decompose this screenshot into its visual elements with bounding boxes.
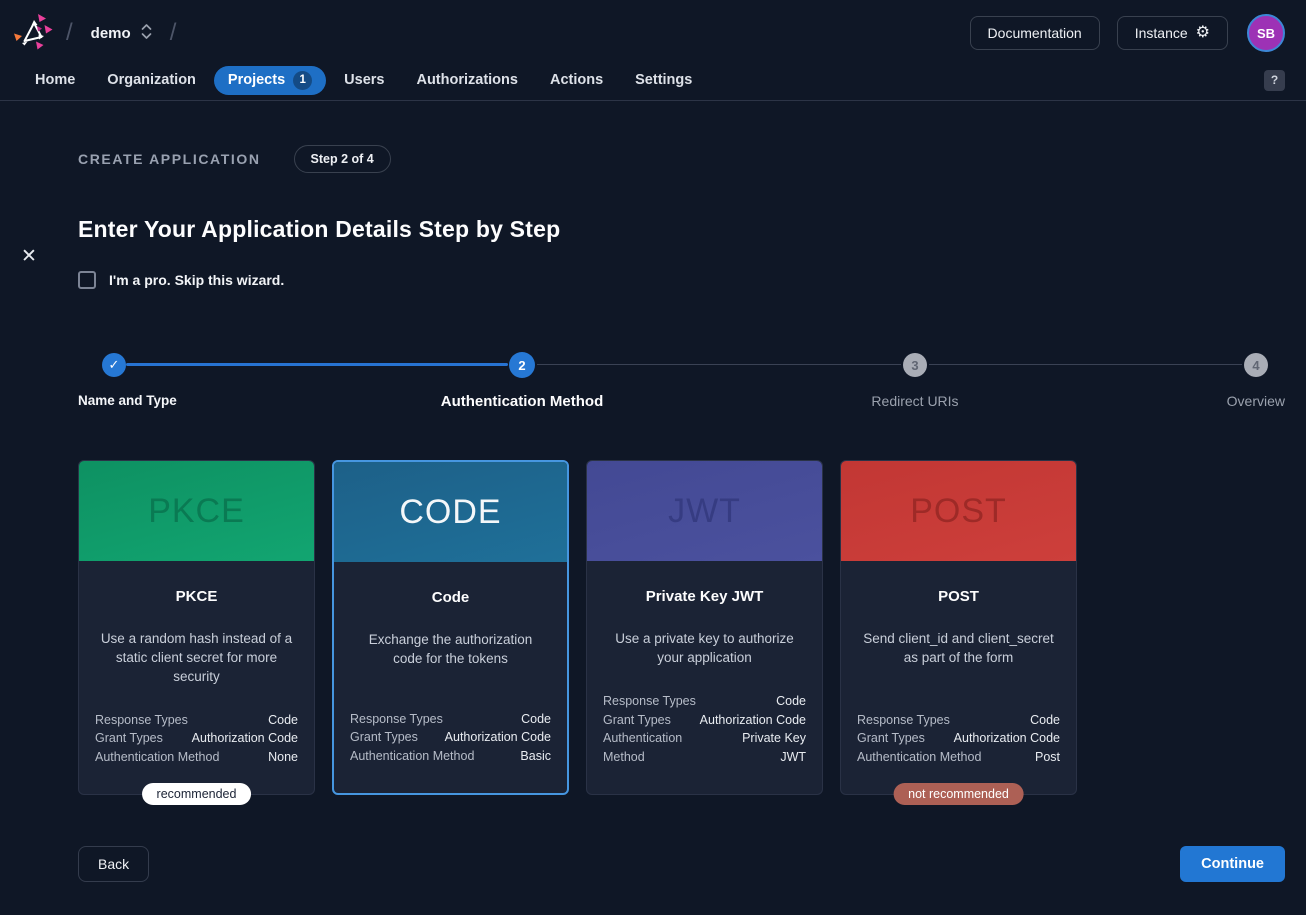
card-description: Exchange the authorization code for the …: [350, 631, 551, 669]
detail-row: Authentication Method Private Key JWT: [603, 729, 806, 766]
wizard-stepper: ✓ 2 3 4 Name and Type Authentication Met…: [78, 353, 1285, 411]
wizard-footer: Back Continue: [78, 846, 1285, 882]
step-1-circle[interactable]: ✓: [102, 353, 126, 377]
card-title: POST: [857, 588, 1060, 605]
card-body: Private Key JWT Use a private key to aut…: [587, 561, 822, 794]
stepper-line-done: [126, 363, 508, 366]
instance-button[interactable]: Instance ⚙: [1117, 16, 1228, 50]
skip-wizard-row: I'm a pro. Skip this wizard.: [78, 271, 1285, 289]
nav-item-home[interactable]: Home: [21, 67, 89, 93]
stepper-line-todo: [929, 364, 1242, 365]
pkce-banner: PKCE: [79, 461, 314, 561]
post-banner: POST: [841, 461, 1076, 561]
gear-icon: ⚙: [1196, 25, 1210, 41]
main-nav: Home Organization Projects 1 Users Autho…: [0, 66, 1306, 101]
help-button[interactable]: ?: [1264, 70, 1285, 91]
step-1-label: Name and Type: [78, 393, 177, 408]
detail-row: Response Types Code: [603, 692, 806, 711]
top-header: / demo / Documentation Instance ⚙ SB: [0, 0, 1306, 66]
wizard-header: CREATE APPLICATION Step 2 of 4: [78, 145, 1285, 173]
detail-row: Authentication Method Post: [857, 748, 1060, 767]
instance-label: Instance: [1135, 25, 1188, 41]
card-title: PKCE: [95, 588, 298, 605]
detail-row: Response Types Code: [857, 711, 1060, 730]
step-3-label: Redirect URIs: [871, 393, 958, 409]
unfold-icon: [141, 23, 152, 44]
org-selector[interactable]: demo: [83, 17, 160, 50]
projects-count-badge: 1: [293, 71, 312, 90]
auth-method-card-code[interactable]: CODE Code Exchange the authorization cod…: [332, 460, 569, 795]
back-button[interactable]: Back: [78, 846, 149, 882]
nav-item-settings[interactable]: Settings: [621, 67, 706, 93]
card-description: Use a private key to authorize your appl…: [603, 630, 806, 668]
detail-row: Grant Types Authorization Code: [350, 728, 551, 747]
card-description: Send client_id and client_secret as part…: [857, 630, 1060, 668]
card-details: Response Types Code Grant Types Authoriz…: [603, 692, 806, 766]
stepper-line-todo: [537, 364, 901, 365]
code-banner: CODE: [334, 462, 567, 562]
org-name: demo: [91, 25, 131, 42]
card-body: Code Exchange the authorization code for…: [334, 562, 567, 793]
page-title: Enter Your Application Details Step by S…: [78, 216, 1285, 243]
detail-row: Grant Types Authorization Code: [857, 729, 1060, 748]
step-2-label: Authentication Method: [441, 393, 603, 410]
auth-method-card-jwt[interactable]: JWT Private Key JWT Use a private key to…: [586, 460, 823, 795]
skip-wizard-checkbox[interactable]: [78, 271, 96, 289]
nav-item-projects[interactable]: Projects 1: [214, 66, 326, 95]
card-title: Private Key JWT: [603, 588, 806, 605]
not-recommended-badge: not recommended: [893, 783, 1024, 805]
recommended-badge: recommended: [142, 783, 252, 805]
nav-item-organization[interactable]: Organization: [93, 67, 210, 93]
detail-row: Response Types Code: [95, 711, 298, 730]
step-4-label: Overview: [1227, 393, 1285, 409]
continue-button[interactable]: Continue: [1180, 846, 1285, 882]
nav-item-actions[interactable]: Actions: [536, 67, 617, 93]
nav-item-authorizations[interactable]: Authorizations: [402, 67, 532, 93]
check-icon: ✓: [109, 357, 120, 373]
card-title: Code: [350, 589, 551, 606]
step-4-circle[interactable]: 4: [1244, 353, 1268, 377]
card-details: Response Types Code Grant Types Authoriz…: [350, 710, 551, 766]
detail-row: Response Types Code: [350, 710, 551, 729]
documentation-label: Documentation: [988, 25, 1082, 41]
breadcrumb-separator: /: [66, 19, 73, 47]
detail-row: Authentication Method Basic: [350, 747, 551, 766]
detail-row: Authentication Method None: [95, 748, 298, 767]
close-icon[interactable]: ✕: [21, 247, 37, 266]
documentation-button[interactable]: Documentation: [970, 16, 1100, 50]
auth-method-cards: PKCE PKCE Use a random hash instead of a…: [78, 460, 1285, 795]
zitadel-logo-icon[interactable]: [12, 11, 56, 55]
nav-item-users[interactable]: Users: [330, 67, 398, 93]
card-details: Response Types Code Grant Types Authoriz…: [857, 711, 1060, 767]
detail-row: Grant Types Authorization Code: [603, 711, 806, 730]
step-2-circle[interactable]: 2: [509, 352, 535, 378]
create-application-wizard: ✕ CREATE APPLICATION Step 2 of 4 Enter Y…: [0, 101, 1306, 882]
auth-method-card-post[interactable]: POST POST Send client_id and client_secr…: [840, 460, 1077, 795]
step-3-circle[interactable]: 3: [903, 353, 927, 377]
avatar[interactable]: SB: [1247, 14, 1285, 52]
jwt-banner: JWT: [587, 461, 822, 561]
card-details: Response Types Code Grant Types Authoriz…: [95, 711, 298, 767]
auth-method-card-pkce[interactable]: PKCE PKCE Use a random hash instead of a…: [78, 460, 315, 795]
detail-row: Grant Types Authorization Code: [95, 729, 298, 748]
wizard-title: CREATE APPLICATION: [78, 151, 261, 167]
card-body: PKCE Use a random hash instead of a stat…: [79, 561, 314, 794]
card-description: Use a random hash instead of a static cl…: [95, 630, 298, 687]
card-body: POST Send client_id and client_secret as…: [841, 561, 1076, 794]
breadcrumb-separator: /: [170, 19, 177, 47]
step-counter-badge: Step 2 of 4: [294, 145, 391, 173]
skip-wizard-label: I'm a pro. Skip this wizard.: [109, 272, 284, 288]
